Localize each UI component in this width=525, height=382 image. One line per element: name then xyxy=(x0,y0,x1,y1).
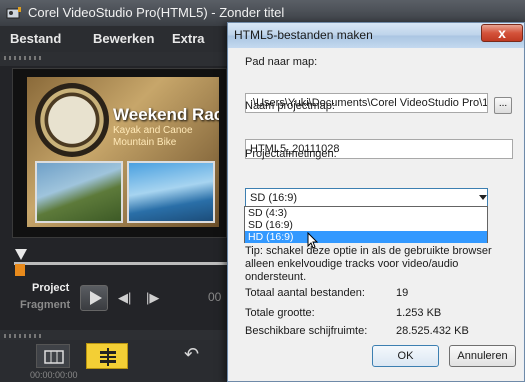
preview-subtitle-2: Mountain Bike xyxy=(113,137,177,148)
scrubber-handle[interactable] xyxy=(15,249,27,260)
chevron-down-icon xyxy=(479,195,487,200)
next-frame-icon[interactable]: |▶ xyxy=(146,290,159,306)
dims-label: Projectafmetingen: xyxy=(245,148,337,160)
preview-title: Weekend Races xyxy=(113,105,219,124)
dialog-titlebar: HTML5-bestanden maken x xyxy=(228,23,524,48)
undo-icon[interactable]: ↶ xyxy=(184,344,199,365)
trim-marker[interactable] xyxy=(15,264,25,276)
dims-option-sd43[interactable]: SD (4:3) xyxy=(245,207,487,219)
dims-option-sd169[interactable]: SD (16:9) xyxy=(245,219,487,231)
fragment-mode-label[interactable]: Fragment xyxy=(20,299,70,311)
compass-graphic xyxy=(35,83,109,157)
timecode-display: 00 xyxy=(208,290,222,304)
html5-export-dialog: HTML5-bestanden maken x Pad naar map: :\… xyxy=(227,22,525,382)
preview-image: Weekend Races Kayak and Canoe Mountain B… xyxy=(27,77,219,227)
scrubber-track[interactable] xyxy=(14,262,228,265)
dims-selected-value: SD (16:9) xyxy=(250,192,298,204)
videostudio-logo-icon xyxy=(6,7,21,19)
tip-text: Tip: schakel deze optie in als de gebrui… xyxy=(245,245,507,284)
total-size-label: Totale grootte: xyxy=(245,307,315,319)
path-label: Pad naar map: xyxy=(245,56,318,68)
dialog-body: Pad naar map: :\Users\Yuki\Documents\Cor… xyxy=(229,48,523,381)
total-size-value: 1.253 KB xyxy=(396,307,442,319)
menu-bewerken[interactable]: Bewerken xyxy=(93,31,154,46)
mouse-cursor-icon xyxy=(307,232,319,249)
ok-button[interactable]: OK xyxy=(372,345,439,367)
play-button[interactable] xyxy=(80,285,108,311)
free-space-value: 28.525.432 KB xyxy=(396,325,469,337)
timeline-view-button[interactable] xyxy=(86,343,128,369)
bottom-timecode: 00:00:00:00 xyxy=(30,370,78,380)
preview-photo-biker xyxy=(35,161,123,223)
preview-subtitle-1: Kayak and Canoe xyxy=(113,125,193,136)
grip-dots-2 xyxy=(4,334,44,338)
total-files-value: 19 xyxy=(396,287,409,299)
dims-select[interactable]: SD (16:9) xyxy=(245,188,488,208)
browse-button[interactable]: ... xyxy=(494,97,512,114)
preview-window: Weekend Races Kayak and Canoe Mountain B… xyxy=(12,68,227,238)
total-files-label: Totaal aantal bestanden: xyxy=(245,287,365,299)
project-mode-label[interactable]: Project xyxy=(32,282,69,294)
filmstrip-icon xyxy=(44,350,64,364)
projectmap-label: Naam projectmap: xyxy=(245,100,335,112)
tip-line-1: Tip: schakel deze optie in als de gebrui… xyxy=(245,245,492,257)
timeline-icon xyxy=(100,348,116,366)
tip-line-2: alleen enkelvoudige tracks voor video/au… xyxy=(245,258,459,270)
tip-line-3: ondersteunt. xyxy=(245,271,307,283)
app-title: Corel VideoStudio Pro(HTML5) - Zonder ti… xyxy=(28,5,285,20)
previous-frame-icon[interactable]: ◀| xyxy=(118,290,131,306)
cancel-button[interactable]: Annuleren xyxy=(449,345,516,367)
menu-bestand[interactable]: Bestand xyxy=(10,31,61,46)
dialog-title: HTML5-bestanden maken xyxy=(234,28,373,42)
storyboard-view-button[interactable] xyxy=(36,344,70,368)
preview-photo-kayak xyxy=(127,161,215,223)
panel-grip xyxy=(0,52,230,66)
panel-grip-2 xyxy=(0,330,230,340)
close-button[interactable]: x xyxy=(481,24,523,42)
close-icon: x xyxy=(498,25,506,41)
grip-dots xyxy=(4,56,44,60)
dims-option-hd169[interactable]: HD (16:9) xyxy=(245,231,487,243)
free-space-label: Beschikbare schijfruimte: xyxy=(245,325,368,337)
menu-extra[interactable]: Extra xyxy=(172,31,205,46)
dims-dropdown-list: SD (4:3) SD (16:9) HD (16:9) xyxy=(244,206,488,243)
